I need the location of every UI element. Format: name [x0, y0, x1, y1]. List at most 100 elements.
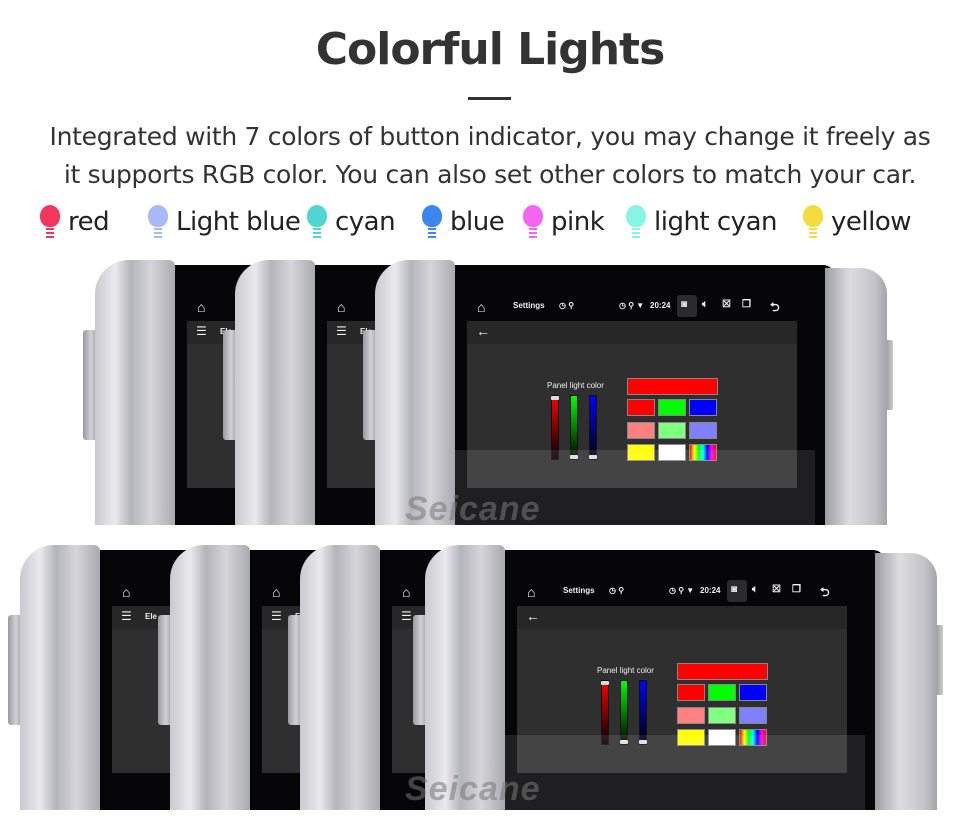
color-swatch[interactable] [627, 399, 655, 416]
bulb-base [632, 236, 640, 238]
home-icon[interactable]: ⌂ [337, 299, 345, 315]
home-icon[interactable]: ⌂ [122, 584, 130, 600]
recent-apps-icon[interactable]: ❐ [792, 584, 801, 595]
color-swatch[interactable] [677, 706, 705, 724]
back-icon[interactable]: ⮌ [770, 298, 780, 319]
color-swatch[interactable] [689, 399, 717, 416]
menu-icon[interactable]: ☰ [121, 609, 132, 623]
content-header: ← [467, 321, 797, 344]
bulb-base [428, 232, 436, 234]
left-trim-panel [20, 545, 100, 810]
bulb-base [632, 232, 640, 234]
color-swatch[interactable] [658, 421, 686, 439]
red-slider-knob[interactable] [601, 681, 609, 685]
bulb-base [313, 228, 321, 230]
home-icon[interactable]: ⌂ [197, 299, 205, 315]
home-icon[interactable]: ⌂ [272, 584, 280, 600]
bulb-base [313, 236, 321, 238]
color-swatch[interactable] [689, 421, 717, 439]
seicane-watermark: Seicane [405, 770, 541, 808]
red-slider-knob[interactable] [551, 396, 559, 400]
legend-item-light-cyan: light cyan [626, 205, 777, 239]
color-swatch[interactable] [708, 684, 736, 701]
close-app-icon[interactable]: ☒ [722, 299, 731, 310]
legend-item-pink: pink [523, 205, 605, 239]
legend-item-red: red [40, 205, 110, 239]
bulb-icon [626, 205, 646, 239]
legend-label: red [68, 207, 110, 237]
legend-item-light-blue: Light blue [148, 205, 301, 239]
selected-color-preview [627, 378, 718, 395]
recent-apps-icon[interactable]: ❐ [742, 299, 751, 310]
bulb-glass [40, 205, 60, 227]
back-icon[interactable]: ⮌ [820, 583, 830, 604]
color-legend: red Light blue cyan blue pink light cyan yello… [40, 205, 940, 245]
back-arrow-icon[interactable]: ← [526, 608, 540, 624]
bulb-base [154, 232, 162, 234]
content-header: ← [517, 606, 847, 629]
bulb-base [809, 236, 817, 238]
legend-label: cyan [335, 207, 396, 237]
alarm-icon: ◷ ⚲ [559, 301, 575, 310]
camera-icon[interactable]: ◙ [681, 299, 687, 310]
camera-icon[interactable]: ◙ [731, 584, 737, 595]
color-swatch[interactable] [627, 421, 655, 439]
bulb-base [46, 228, 54, 230]
color-swatch[interactable] [739, 706, 767, 724]
panel-light-color-label: Panel light color [547, 381, 604, 390]
bulb-base [313, 232, 321, 234]
bulb-glass [422, 205, 442, 227]
back-arrow-icon[interactable]: ← [476, 323, 490, 339]
status-bar: ⌂ Settings ◷ ⚲ ◷ ⚲ ▼ 20:24 ◙ 🔈︎ ☒ ❐ ⮌ [517, 580, 857, 605]
close-app-icon[interactable]: ☒ [772, 584, 781, 595]
right-trim-panel [875, 553, 937, 810]
bulb-glass [307, 205, 327, 227]
left-trim-panel [170, 545, 250, 810]
menu-icon[interactable]: ☰ [196, 324, 207, 338]
volume-icon[interactable]: 🔈︎ [702, 299, 708, 310]
color-swatch[interactable] [658, 399, 686, 416]
bulb-icon [523, 205, 543, 239]
car-stereo-unit: MICRST⏻⌂↩◁+◁−⌂Settings◷ ⚲◷ ⚲ ▼20:24◙🔈︎☒❐… [363, 260, 895, 525]
legend-label: light cyan [654, 207, 777, 237]
bulb-icon [40, 205, 60, 239]
bulb-base [46, 232, 54, 234]
bulb-base [809, 228, 817, 230]
bulb-icon [148, 205, 168, 239]
selected-color-preview [677, 663, 768, 680]
bulb-icon [307, 205, 327, 239]
legend-label: pink [551, 207, 605, 237]
bulb-glass [148, 205, 168, 227]
bulb-glass [523, 205, 543, 227]
bulb-icon [422, 205, 442, 239]
screen-title: Settings [513, 301, 545, 310]
seicane-watermark: Seicane [405, 490, 541, 528]
left-trim-panel [300, 545, 380, 810]
panel-light-color-label: Panel light color [597, 666, 654, 675]
color-swatch[interactable] [708, 706, 736, 724]
bulb-base [529, 232, 537, 234]
left-trim-panel [235, 260, 315, 525]
legend-item-blue: blue [422, 205, 505, 239]
color-swatch[interactable] [739, 684, 767, 701]
color-swatch[interactable] [677, 684, 705, 701]
description-line-2: it supports RGB color. You can also set … [63, 160, 917, 189]
bulb-glass [626, 205, 646, 227]
bulb-base [529, 236, 537, 238]
volume-icon[interactable]: 🔈︎ [752, 584, 758, 595]
legend-label: blue [450, 207, 505, 237]
legend-label: Light blue [176, 207, 301, 237]
menu-icon[interactable]: ☰ [271, 609, 282, 623]
title-divider [468, 97, 511, 100]
menu-icon[interactable]: ☰ [401, 609, 412, 623]
menu-icon[interactable]: ☰ [336, 324, 347, 338]
legend-item-yellow: yellow [803, 205, 912, 239]
home-icon[interactable]: ⌂ [527, 584, 535, 600]
legend-item-cyan: cyan [307, 205, 396, 239]
bulb-icon [803, 205, 823, 239]
app-title: Ele [145, 612, 158, 621]
home-icon[interactable]: ⌂ [402, 584, 410, 600]
description-line-1: Integrated with 7 colors of button indic… [49, 122, 931, 151]
home-icon[interactable]: ⌂ [477, 299, 485, 315]
bulb-glass [803, 205, 823, 227]
